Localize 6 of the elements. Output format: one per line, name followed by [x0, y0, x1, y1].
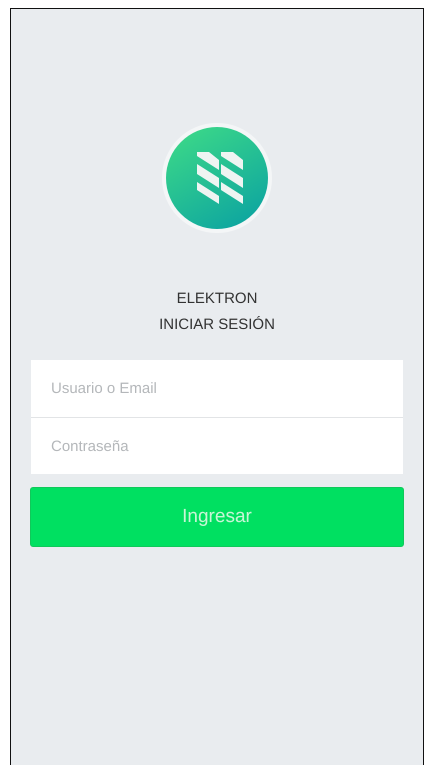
login-button[interactable]: Ingresar [30, 487, 404, 547]
app-name: ELEKTRON [176, 289, 258, 309]
login-heading: INICIAR SESIÓN [159, 315, 275, 335]
username-field[interactable]: Usuario o Email [31, 360, 403, 417]
logo-icon [161, 122, 273, 234]
password-field[interactable]: Contraseña [31, 417, 403, 474]
